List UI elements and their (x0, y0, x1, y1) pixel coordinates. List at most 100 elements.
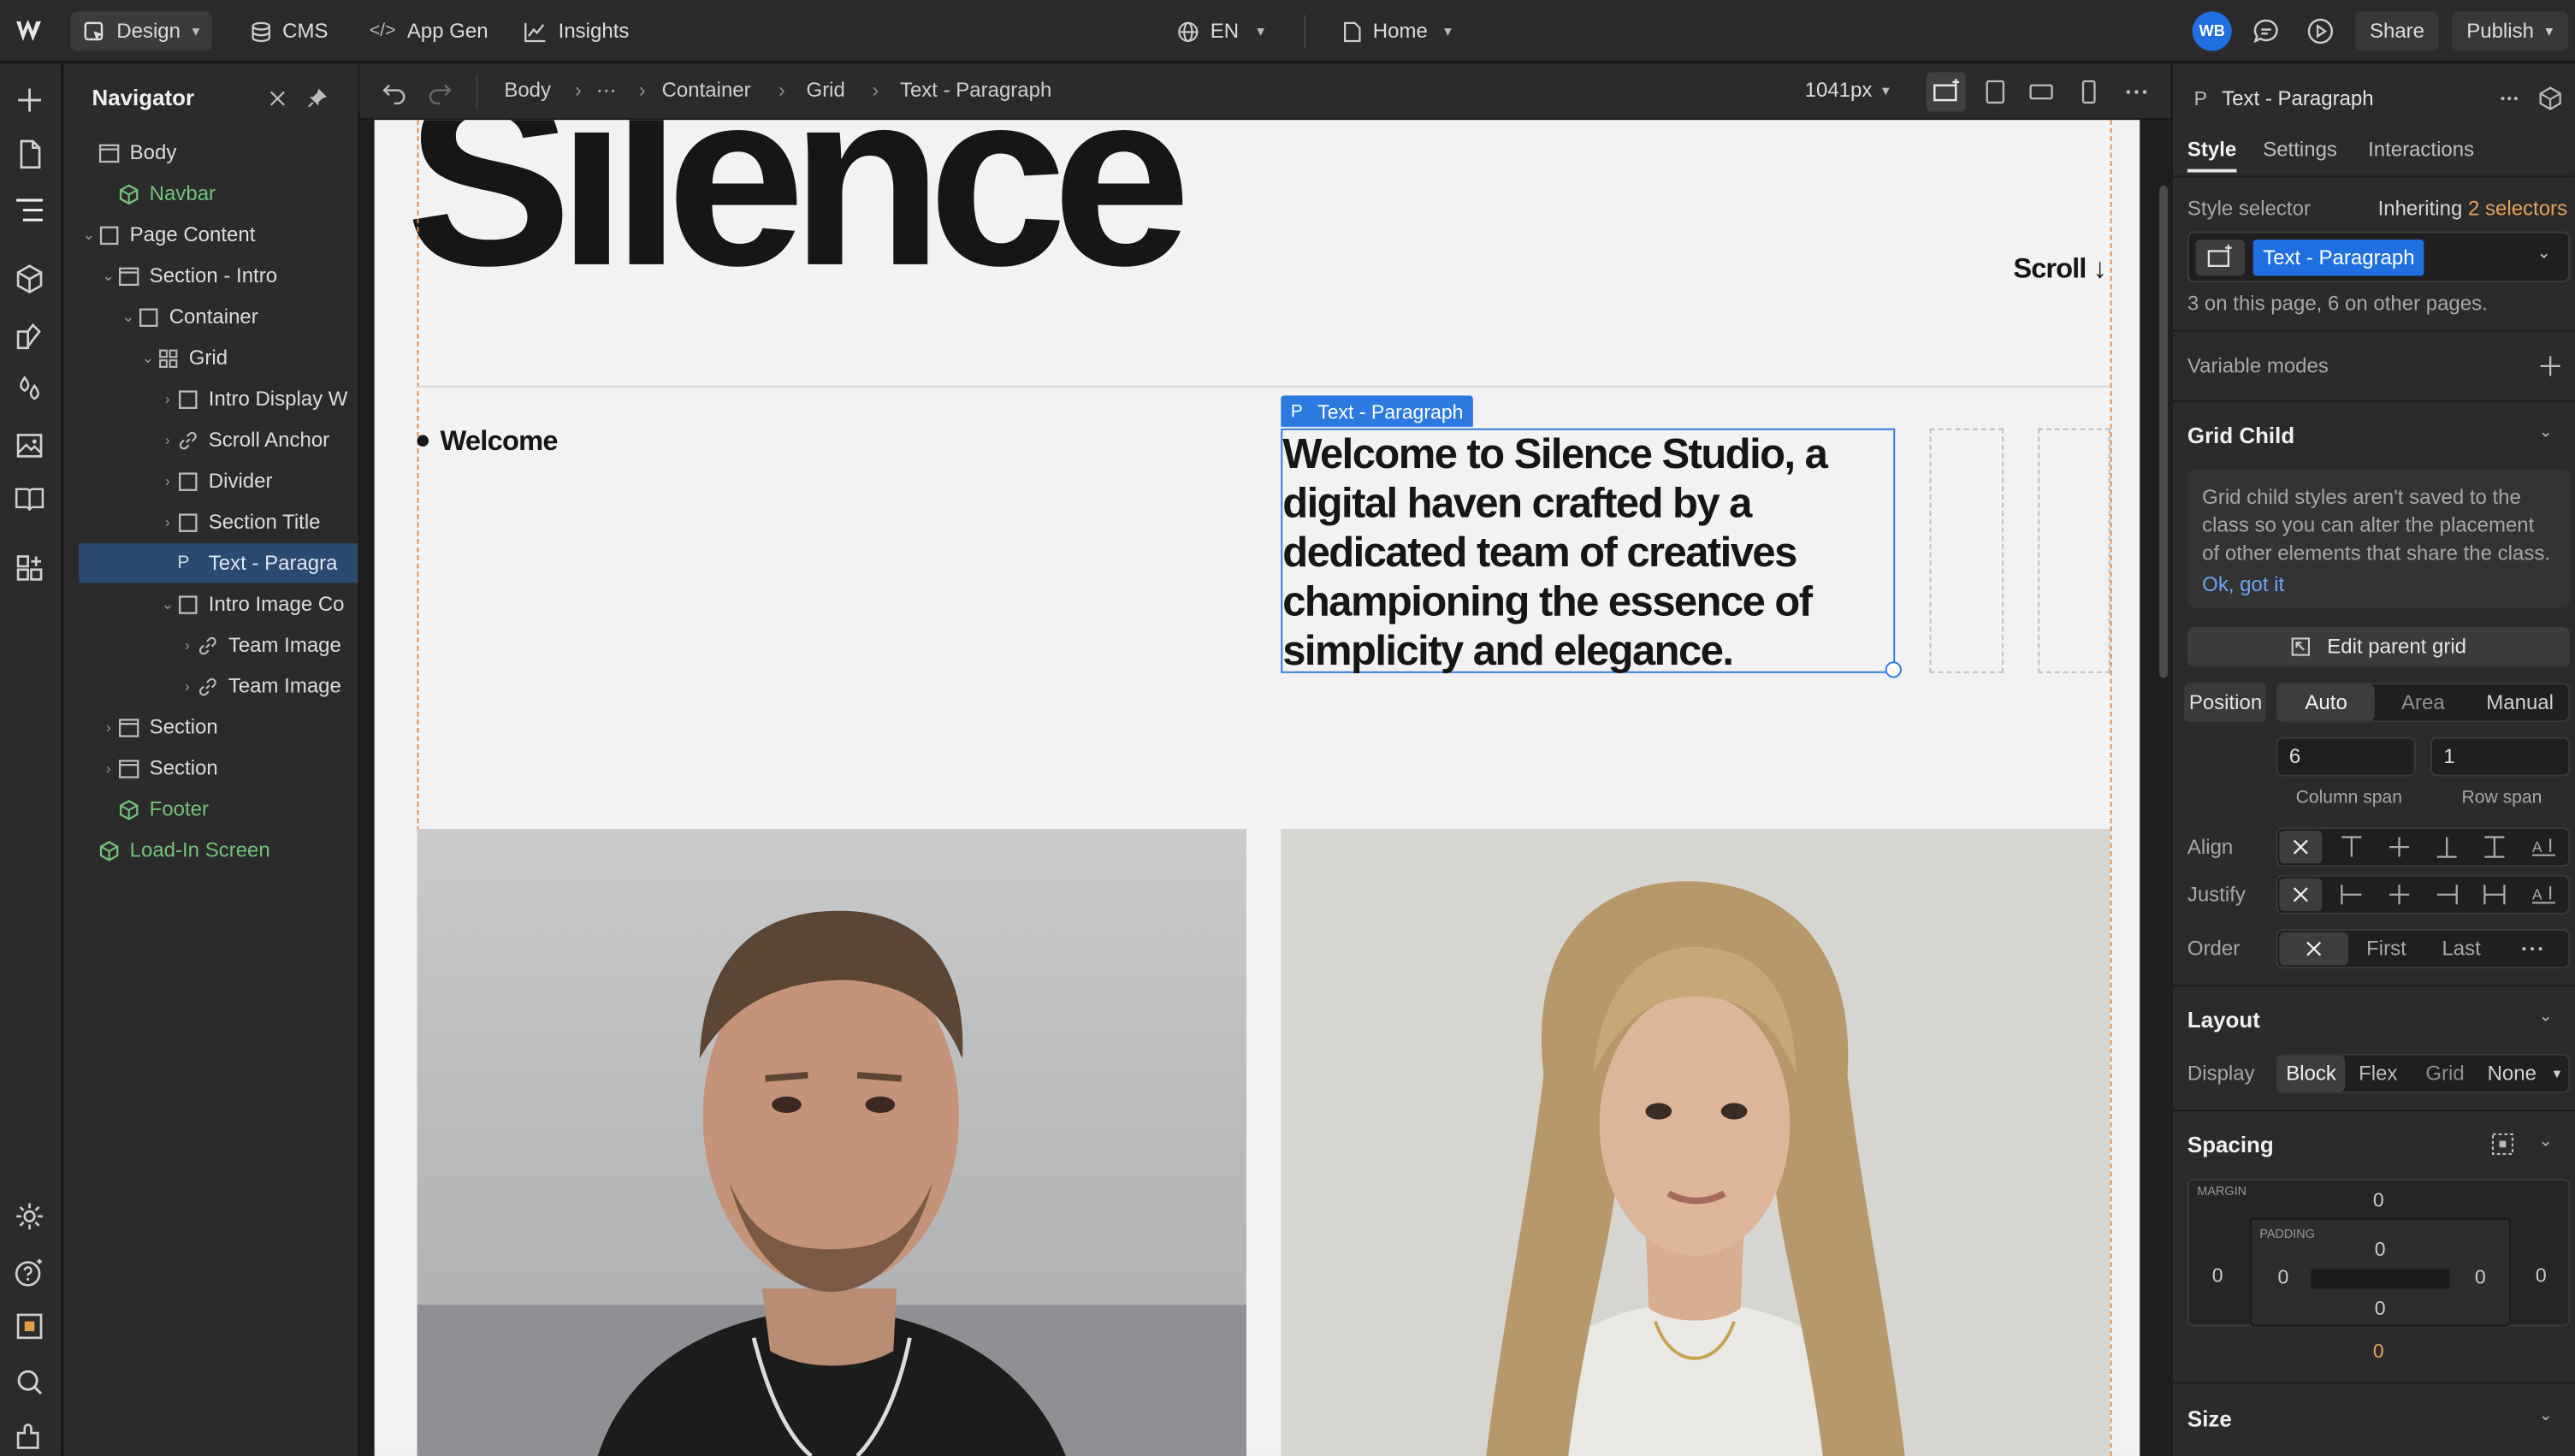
scrollbar-thumb[interactable] (2159, 185, 2168, 678)
webflow-logo-icon[interactable] (15, 16, 47, 46)
size-title[interactable]: Size (2187, 1406, 2232, 1431)
chevron-down-icon[interactable]: ▾ (2545, 1064, 2568, 1082)
more-options-icon[interactable] (2498, 89, 2521, 109)
margin-bottom-value[interactable]: 0 (2373, 1340, 2384, 1363)
chevron-down-icon[interactable]: ⌄ (2539, 1406, 2553, 1424)
margin-right-value[interactable]: 0 (2536, 1264, 2547, 1287)
chevron-down-icon[interactable]: ⌄ (2537, 245, 2551, 263)
tree-item-intro-display[interactable]: › Intro Display W (79, 379, 358, 418)
align-start-icon[interactable] (2339, 834, 2365, 861)
breadcrumb-item-text-paragraph[interactable]: Text - Paragraph (900, 79, 1051, 102)
mobile-landscape-icon[interactable] (2028, 79, 2055, 105)
position-manual[interactable]: Manual (2471, 691, 2568, 714)
chevron-down-icon[interactable]: ⌄ (79, 226, 98, 244)
avatar[interactable]: WB (2192, 11, 2232, 51)
tree-item-page-content[interactable]: ⌄ Page Content (79, 215, 358, 254)
justify-stretch-icon[interactable] (2482, 881, 2508, 908)
cms-button[interactable]: CMS (252, 11, 329, 50)
spacing-title[interactable]: Spacing (2187, 1133, 2274, 1157)
assets-icon[interactable] (13, 429, 45, 461)
share-button[interactable]: Share (2354, 11, 2440, 51)
display-segmented-control[interactable]: Block Flex Grid None ▾ (2276, 1053, 2571, 1093)
tree-item-load-in-screen[interactable]: Load-In Screen (79, 831, 358, 870)
chevron-right-icon[interactable]: › (177, 636, 197, 653)
padding-left-value[interactable]: 0 (2277, 1265, 2288, 1288)
align-baseline-icon[interactable]: A (2531, 834, 2557, 861)
locale-selector[interactable]: EN ▾ (1177, 11, 1264, 50)
breadcrumb-item-container[interactable]: Container (662, 79, 751, 102)
justify-none-icon[interactable] (2279, 878, 2323, 911)
design-mode-button[interactable]: Design ▾ (70, 11, 213, 51)
breadcrumb-item-grid[interactable]: Grid (807, 79, 845, 102)
order-none-icon[interactable] (2279, 932, 2349, 966)
chevron-right-icon[interactable]: › (157, 473, 177, 489)
chevron-down-icon[interactable]: ⌄ (118, 308, 138, 326)
add-elements-icon[interactable] (13, 84, 45, 116)
chevron-right-icon[interactable]: › (157, 514, 177, 530)
style-guide-icon[interactable] (13, 318, 45, 351)
undo-icon[interactable] (381, 79, 407, 105)
resize-handle[interactable] (1885, 661, 1902, 678)
display-grid[interactable]: Grid (2412, 1062, 2478, 1085)
variables-icon[interactable] (13, 373, 45, 405)
audit-icon[interactable] (13, 1310, 45, 1342)
column-span-input[interactable]: 6 (2276, 737, 2416, 777)
tree-item-intro-image[interactable]: ⌄ Intro Image Co (79, 584, 358, 624)
tree-item-navbar[interactable]: Navbar (79, 174, 358, 213)
chevron-down-icon[interactable]: ⌄ (2539, 1008, 2553, 1026)
redo-icon[interactable] (427, 79, 453, 105)
chevron-down-icon[interactable]: ⌄ (157, 595, 177, 613)
order-last[interactable]: Last (2442, 938, 2480, 961)
breakpoint-base-button[interactable] (1926, 72, 1966, 112)
ok-got-it-link[interactable]: Ok, got it (2202, 573, 2284, 596)
selected-paragraph[interactable]: Welcome to Silence Studio, a digital hav… (1281, 428, 1902, 678)
tablet-breakpoint-icon[interactable] (1982, 79, 2009, 105)
edit-parent-grid-button[interactable]: Edit parent grid (2187, 626, 2571, 667)
justify-center-icon[interactable] (2386, 881, 2412, 908)
hero-title[interactable]: Silence (405, 120, 1191, 304)
tree-item-section[interactable]: › Section (79, 749, 358, 788)
spacing-mode-icon[interactable] (2489, 1131, 2516, 1157)
chevron-right-icon[interactable]: › (157, 432, 177, 448)
chevron-down-icon[interactable]: ⌄ (138, 349, 157, 367)
align-end-icon[interactable] (2434, 834, 2460, 861)
tree-item-divider[interactable]: › Divider (79, 461, 358, 500)
tab-interactions[interactable]: Interactions (2368, 138, 2474, 161)
tab-settings[interactable]: Settings (2263, 138, 2337, 161)
position-auto[interactable]: Auto (2277, 684, 2375, 721)
layout-title[interactable]: Layout (2187, 1008, 2260, 1033)
preview-play-icon[interactable] (2306, 16, 2335, 46)
display-flex[interactable]: Flex (2345, 1062, 2412, 1085)
canvas-scrollbar[interactable] (2156, 120, 2171, 1456)
position-segmented-control[interactable]: Auto Area Manual (2276, 683, 2571, 723)
order-first[interactable]: First (2366, 938, 2406, 961)
pin-icon[interactable] (307, 87, 329, 109)
chevron-down-icon[interactable]: ⌄ (2539, 423, 2553, 441)
tree-item-team-image[interactable]: › Team Image (79, 666, 358, 706)
canvas-width-selector[interactable]: 1041px ▾ (1805, 79, 1890, 102)
chevron-right-icon[interactable]: › (98, 719, 118, 735)
chevron-right-icon[interactable]: › (98, 760, 118, 776)
chevron-right-icon[interactable]: › (157, 391, 177, 407)
page-selector[interactable]: Home ▾ (1343, 11, 1452, 50)
settings-gear-icon[interactable] (13, 1200, 45, 1233)
padding-bottom-value[interactable]: 0 (2375, 1297, 2386, 1320)
team-image-woman[interactable] (1281, 828, 2110, 1456)
cms-collections-icon[interactable] (13, 482, 45, 515)
margin-top-value[interactable]: 0 (2373, 1188, 2384, 1211)
style-selector-field[interactable]: Text - Paragraph ⌄ (2187, 231, 2571, 283)
search-icon[interactable] (13, 1365, 45, 1398)
tree-item-text-paragraph[interactable]: P Text - Paragra (79, 543, 358, 583)
justify-start-icon[interactable] (2339, 881, 2365, 908)
align-none-icon[interactable] (2279, 830, 2323, 864)
create-component-icon[interactable] (2537, 86, 2564, 112)
publish-button[interactable]: Publish ▾ (2451, 11, 2568, 51)
tree-item-grid[interactable]: ⌄ Grid (79, 338, 358, 377)
team-image-man[interactable] (417, 828, 1246, 1456)
integrations-icon[interactable] (13, 1420, 45, 1453)
justify-baseline-icon[interactable]: A (2531, 881, 2557, 908)
align-center-icon[interactable] (2386, 834, 2412, 861)
justify-end-icon[interactable] (2434, 881, 2460, 908)
row-span-input[interactable]: 1 (2430, 737, 2571, 777)
chevron-down-icon[interactable]: ⌄ (98, 267, 118, 285)
